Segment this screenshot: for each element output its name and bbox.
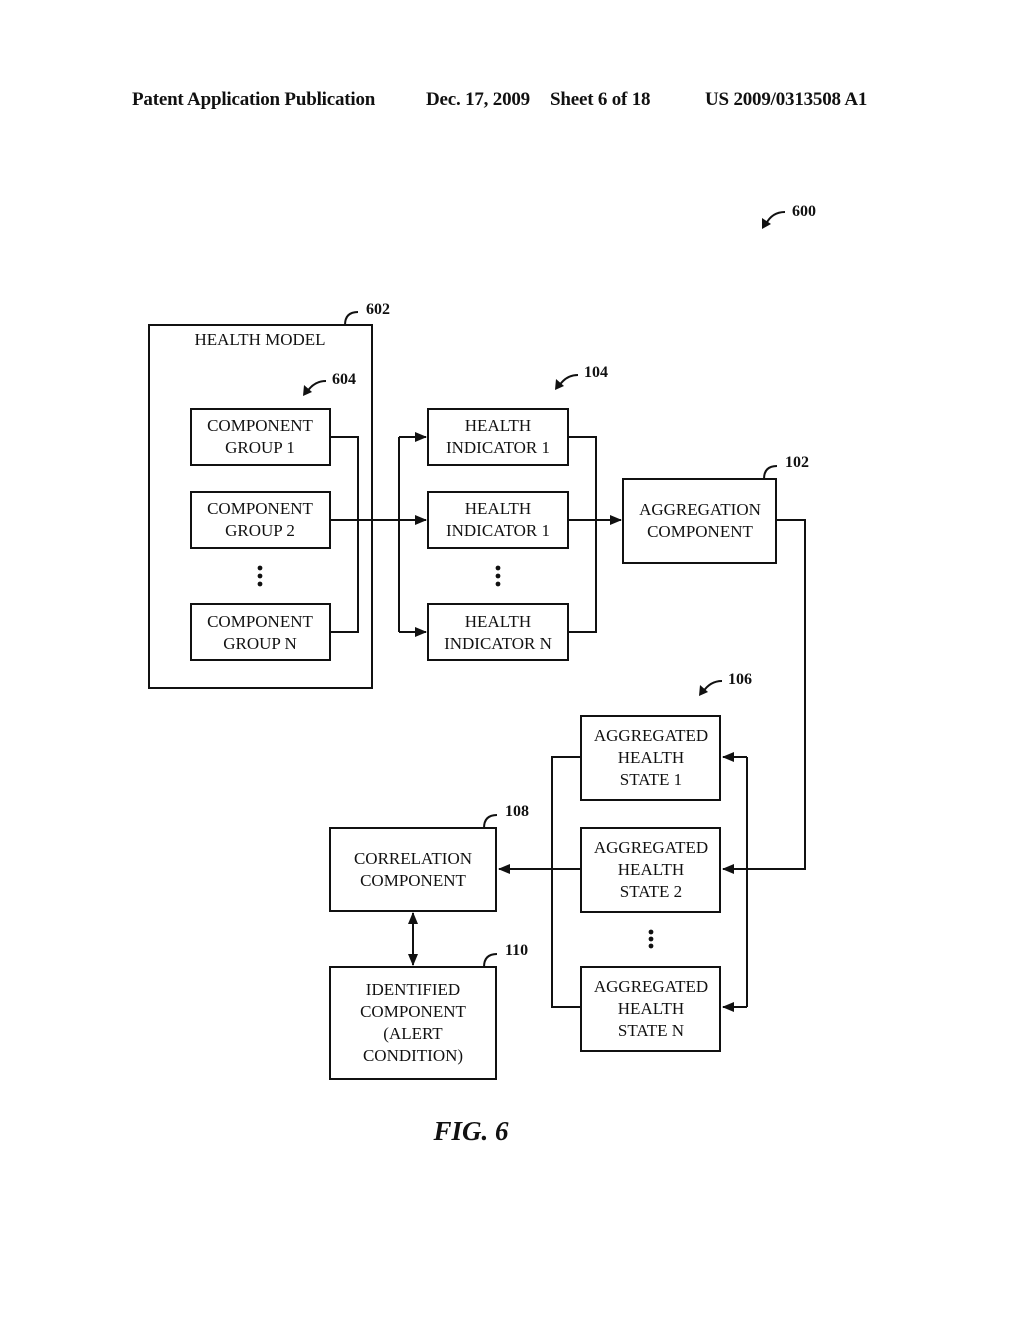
- component-group-1-line1: COMPONENT: [207, 416, 313, 435]
- health-indicator-n: HEALTH INDICATOR N: [427, 603, 569, 661]
- component-group-1: COMPONENT GROUP 1: [190, 408, 331, 466]
- aggregated-state-2-line1: AGGREGATED: [594, 838, 708, 857]
- health-model-title: HEALTH MODEL: [194, 330, 325, 349]
- leader-102: [763, 465, 778, 480]
- aggregated-state-n-line1: AGGREGATED: [594, 977, 708, 996]
- component-group-2-line1: COMPONENT: [207, 499, 313, 518]
- aggregated-state-2-line3: STATE 2: [620, 882, 682, 901]
- aggregation-line1: AGGREGATION: [639, 500, 761, 519]
- leader-602: [344, 311, 359, 326]
- component-group-1-line2: GROUP 1: [225, 438, 295, 457]
- identified-line4: CONDITION): [363, 1046, 463, 1065]
- aggregated-state-2-line2: HEALTH: [618, 860, 684, 879]
- indicator-output-bus: [568, 436, 597, 633]
- correlation-line2: COMPONENT: [360, 871, 466, 890]
- aggregated-state-1: AGGREGATED HEALTH STATE 1: [580, 715, 721, 801]
- health-indicator-2-line2: INDICATOR 1: [446, 521, 550, 540]
- identified-component: IDENTIFIED COMPONENT (ALERT CONDITION) 1…: [329, 942, 528, 1080]
- correlation-component: CORRELATION COMPONENT 108: [329, 803, 529, 912]
- ref-604: 604: [332, 371, 356, 388]
- aggregated-state-n-line2: HEALTH: [618, 999, 684, 1018]
- aggregated-state-1-line2: HEALTH: [618, 748, 684, 767]
- health-indicator-2-line1: HEALTH: [465, 499, 531, 518]
- aggregated-states-group: 106: [699, 671, 752, 696]
- leader-110: [483, 953, 498, 968]
- diagram-canvas: 600 HEALTH MODEL 602 604 COMPONENT GROUP…: [148, 203, 816, 1146]
- component-group-2-line2: GROUP 2: [225, 521, 295, 540]
- aggregated-state-n: AGGREGATED HEALTH STATE N: [580, 966, 721, 1052]
- health-indicator-1: HEALTH INDICATOR 1: [427, 408, 569, 466]
- leader-arrow-icon: [765, 211, 786, 225]
- aggregated-state-2: AGGREGATED HEALTH STATE 2: [580, 827, 721, 913]
- ellipsis-states: [648, 929, 654, 949]
- health-indicator-2: HEALTH INDICATOR 1: [427, 491, 569, 549]
- aggregated-state-1-line3: STATE 1: [620, 770, 682, 789]
- aggregated-state-1-line1: AGGREGATED: [594, 726, 708, 745]
- component-group-n-line1: COMPONENT: [207, 612, 313, 631]
- ref-600-label: 600: [762, 203, 816, 229]
- aggregation-component-box: [622, 478, 777, 564]
- aggregation-line2: COMPONENT: [647, 522, 753, 541]
- state-output-bus: [551, 756, 581, 1008]
- aggregation-component: AGGREGATION COMPONENT 102: [622, 454, 809, 564]
- ref-104: 104: [584, 364, 608, 381]
- health-indicator-n-line2: INDICATOR N: [444, 634, 552, 653]
- ref-600: 600: [792, 203, 816, 220]
- aggregated-state-n-line3: STATE N: [618, 1021, 684, 1040]
- identified-line2: COMPONENT: [360, 1002, 466, 1021]
- ref-102: 102: [785, 454, 809, 471]
- correlation-line1: CORRELATION: [354, 849, 472, 868]
- aggregation-to-state-2-arrow: [722, 519, 806, 874]
- health-indicators-group: 104: [555, 364, 608, 390]
- component-group-2: COMPONENT GROUP 2: [190, 491, 331, 549]
- correlation-component-box: [329, 827, 497, 912]
- ellipsis-groups: [257, 565, 263, 587]
- leader-108: [483, 814, 498, 829]
- ref-602: 602: [366, 301, 390, 318]
- ref-106: 106: [728, 671, 752, 688]
- health-indicator-n-line1: HEALTH: [465, 612, 531, 631]
- identified-line1: IDENTIFIED: [366, 980, 460, 999]
- component-group-n-line2: GROUP N: [223, 634, 297, 653]
- ellipsis-indicators: [495, 565, 501, 587]
- identified-line3: (ALERT: [383, 1024, 443, 1043]
- health-indicator-1-line2: INDICATOR 1: [446, 438, 550, 457]
- health-indicator-1-line1: HEALTH: [465, 416, 531, 435]
- figure-caption: FIG. 6: [432, 1116, 509, 1146]
- ref-108: 108: [505, 803, 529, 820]
- component-group-n: COMPONENT GROUP N: [190, 603, 331, 661]
- ref-110: 110: [505, 942, 528, 959]
